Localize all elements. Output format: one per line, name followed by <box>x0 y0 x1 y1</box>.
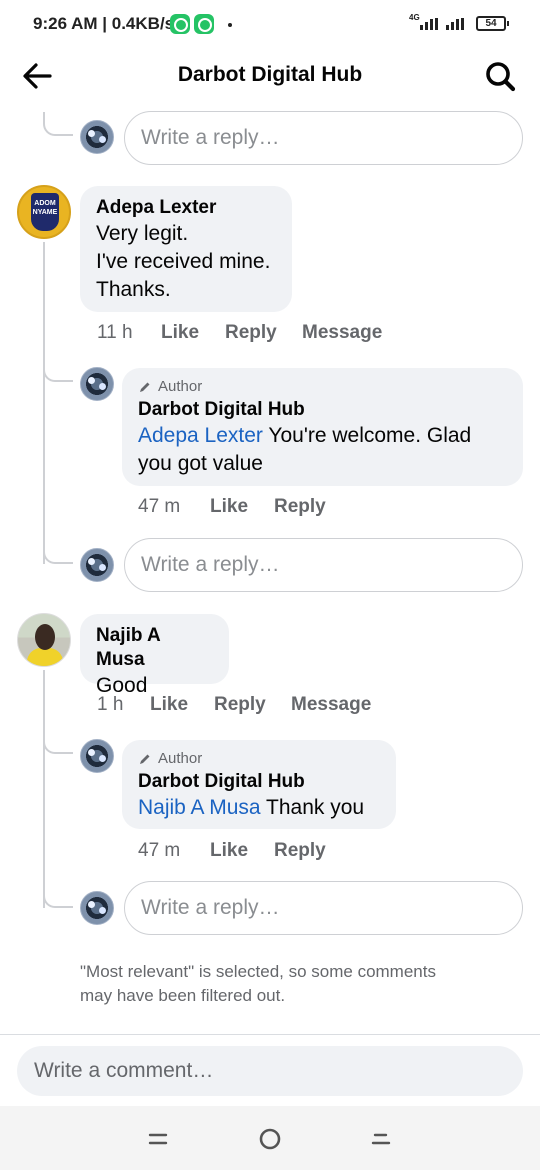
divider <box>0 1034 540 1035</box>
system-nav-bar <box>0 1106 540 1170</box>
battery-level: 54 <box>485 18 497 29</box>
comment-actions: 11 h Like Reply Message <box>97 322 382 344</box>
author-reply-bubble[interactable]: Author Darbot Digital Hub Adepa Lexter Y… <box>122 368 523 486</box>
comment-line: I've received mine. <box>96 250 271 273</box>
whatsapp-icon <box>170 14 190 34</box>
reply-box <box>124 111 523 165</box>
reply-author[interactable]: Darbot Digital Hub <box>138 398 507 422</box>
avatar-najib-a-musa[interactable] <box>17 613 71 667</box>
recent-apps-icon <box>148 1133 168 1145</box>
reply-input[interactable] <box>125 539 522 591</box>
search-button[interactable] <box>484 60 518 94</box>
logo-text-2: NYAME <box>32 209 58 216</box>
reply-button[interactable]: Reply <box>214 694 291 716</box>
recent-apps-button[interactable] <box>143 1126 173 1152</box>
comment-input[interactable] <box>17 1046 523 1096</box>
reply-button[interactable]: Reply <box>225 322 302 344</box>
home-button[interactable] <box>255 1126 285 1152</box>
comment-bubble[interactable]: Adepa Lexter Very legit. I've received m… <box>80 186 292 312</box>
author-badge-label: Author <box>158 750 203 767</box>
logo-text-1: ADOM <box>34 200 56 207</box>
thread-line <box>43 670 45 908</box>
avatar-darbot[interactable] <box>80 367 114 401</box>
like-button[interactable]: Like <box>210 840 274 862</box>
reply-box <box>124 881 523 935</box>
reply-author[interactable]: Darbot Digital Hub <box>138 770 380 794</box>
nav-back-icon <box>371 1133 391 1145</box>
avatar-shirt <box>27 648 63 666</box>
signal-icon <box>420 18 438 30</box>
message-button[interactable]: Message <box>291 694 371 716</box>
reply-text: Najib A Musa Thank you <box>138 794 380 822</box>
home-icon <box>259 1128 281 1150</box>
comment-line: Very legit. <box>96 222 189 245</box>
comment-bubble[interactable]: Najib A Musa Good <box>80 614 229 697</box>
page-title: Darbot Digital Hub <box>177 63 363 86</box>
reply-time: 47 m <box>138 840 181 861</box>
signal-icon-2 <box>446 18 464 30</box>
avatar-darbot[interactable] <box>80 120 114 154</box>
author-badge: Author <box>138 750 380 768</box>
network-type: 4G <box>409 13 420 22</box>
thread-connector <box>43 358 73 382</box>
thread-line <box>43 242 45 564</box>
thread-connector <box>43 730 73 754</box>
mention-link[interactable]: Adepa Lexter <box>138 424 263 447</box>
filter-note: "Most relevant" is selected, so some com… <box>80 962 436 1005</box>
avatar-darbot[interactable] <box>80 891 114 925</box>
reply-text-line: you got value <box>138 452 263 475</box>
reply-text-part: Thank you <box>260 796 365 819</box>
reply-button[interactable]: Reply <box>274 840 326 862</box>
reply-actions: 47 m Like Reply <box>138 840 326 862</box>
avatar-darbot[interactable] <box>80 739 114 773</box>
comment-time: 11 h <box>97 322 133 343</box>
thread-connector <box>43 112 73 136</box>
status-bar: 9:26 AM | 0.4KB/s 4G 54 <box>0 0 540 48</box>
comment-author[interactable]: Adepa Lexter <box>96 196 276 220</box>
author-badge: Author <box>138 378 507 396</box>
thread-connector <box>43 884 73 908</box>
like-button[interactable]: Like <box>210 496 274 518</box>
pencil-icon <box>140 382 150 392</box>
avatar-adepa-lexter[interactable]: ADOM NYAME <box>17 185 71 239</box>
avatar-darbot[interactable] <box>80 548 114 582</box>
reply-time: 47 m <box>138 496 181 517</box>
search-icon <box>486 62 516 92</box>
nav-back-button[interactable] <box>366 1126 396 1152</box>
pencil-icon <box>140 754 150 764</box>
battery-icon: 54 <box>476 16 509 31</box>
reply-text: Adepa Lexter You're welcome. Glad <box>138 422 507 450</box>
status-time-speed: 9:26 AM | 0.4KB/s <box>33 14 175 33</box>
comment-time: 1 h <box>97 694 124 715</box>
reply-input[interactable] <box>125 112 522 164</box>
whatsapp-business-icon <box>194 14 214 34</box>
like-button[interactable]: Like <box>161 322 225 344</box>
comment-line: Thanks. <box>96 278 171 301</box>
author-badge-label: Author <box>158 378 203 395</box>
mention-link[interactable]: Najib A Musa <box>138 796 261 819</box>
author-reply-bubble[interactable]: Author Darbot Digital Hub Najib A Musa T… <box>122 740 396 829</box>
reply-text-part: You're welcome. Glad <box>262 424 472 447</box>
message-button[interactable]: Message <box>302 322 382 344</box>
header: Darbot Digital Hub <box>0 48 540 104</box>
comment-author[interactable]: Najib A Musa <box>96 624 213 672</box>
reply-button[interactable]: Reply <box>274 496 326 518</box>
reply-actions: 47 m Like Reply <box>138 496 326 518</box>
avatar-head <box>35 624 55 650</box>
comment-actions: 1 h Like Reply Message <box>97 694 371 716</box>
like-button[interactable]: Like <box>150 694 214 716</box>
comment-composer <box>17 1046 523 1096</box>
reply-box <box>124 538 523 592</box>
reply-input[interactable] <box>125 882 522 934</box>
thread-connector <box>43 540 73 564</box>
notification-dot-icon <box>228 23 232 27</box>
adom-nyame-logo: ADOM NYAME <box>31 193 59 231</box>
